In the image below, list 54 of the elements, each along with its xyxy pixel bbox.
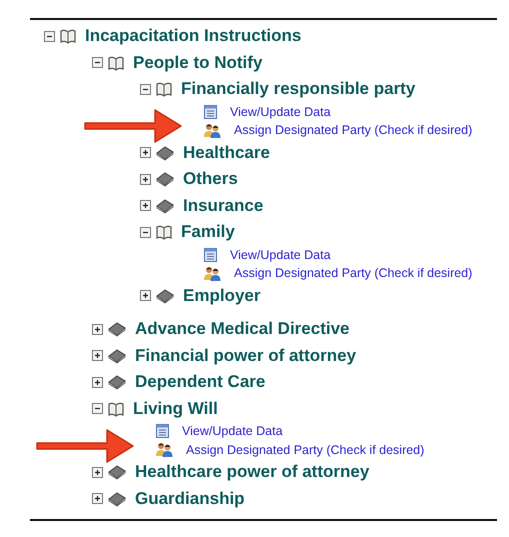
node-label[interactable]: Financial power of attorney [135,346,356,366]
node-label[interactable]: Guardianship [135,488,245,509]
action-link[interactable]: View/Update Data [230,104,331,119]
form-icon [204,104,217,119]
collapse-icon[interactable] [44,30,55,42]
people-icon [204,266,221,281]
closed-book-icon [107,348,127,364]
closed-book-icon [107,464,127,480]
node-label[interactable]: Dependent Care [135,372,266,392]
action-link[interactable]: Assign Designated Party (Check if desired) [234,123,472,138]
node-label[interactable]: Employer [183,286,260,306]
expand-icon[interactable] [140,200,151,212]
node-label[interactable]: Healthcare power of attorney [135,462,370,482]
closed-book-icon [107,374,127,390]
open-book-icon [155,224,173,240]
collapse-icon[interactable] [92,57,103,68]
node-label[interactable]: People to Notify [133,52,262,73]
expand-icon[interactable] [92,466,103,478]
open-book-icon [107,400,125,417]
node-label[interactable]: Insurance [183,196,264,216]
closed-book-icon [155,171,175,188]
closed-book-icon [155,198,175,214]
closed-book-icon [155,144,175,161]
closed-book-icon [155,288,175,304]
closed-book-icon [107,321,127,338]
open-book-icon [155,81,173,98]
form-icon [156,424,169,438]
expand-icon[interactable] [140,174,151,185]
node-label[interactable]: Incapacitation Instructions [85,26,302,46]
action-link[interactable]: Assign Designated Party (Check if desired) [234,266,472,280]
closed-book-icon [107,490,127,507]
expand-icon[interactable] [140,290,151,302]
node-label[interactable]: Advance Medical Directive [135,319,350,340]
people-icon [204,122,221,138]
node-label[interactable]: Others [183,169,238,190]
action-link[interactable]: View/Update Data [230,248,331,262]
expand-icon[interactable] [92,493,103,504]
action-link[interactable]: Assign Designated Party (Check if desired) [186,442,424,457]
node-label[interactable]: Healthcare [183,142,270,163]
collapse-icon[interactable] [140,84,151,95]
open-book-icon [59,28,77,44]
people-icon [156,442,173,458]
collapse-icon[interactable] [140,226,151,238]
node-label[interactable]: Living Will [133,398,218,419]
action-link[interactable]: View/Update Data [182,424,283,438]
node-label[interactable]: Financially responsible party [181,79,416,100]
expand-icon[interactable] [92,376,103,388]
form-icon [204,248,217,262]
node-label[interactable]: Family [181,222,235,242]
open-book-icon [107,54,125,71]
expand-icon[interactable] [140,147,151,158]
expand-icon[interactable] [92,350,103,362]
expand-icon[interactable] [92,324,103,335]
collapse-icon[interactable] [92,403,103,414]
